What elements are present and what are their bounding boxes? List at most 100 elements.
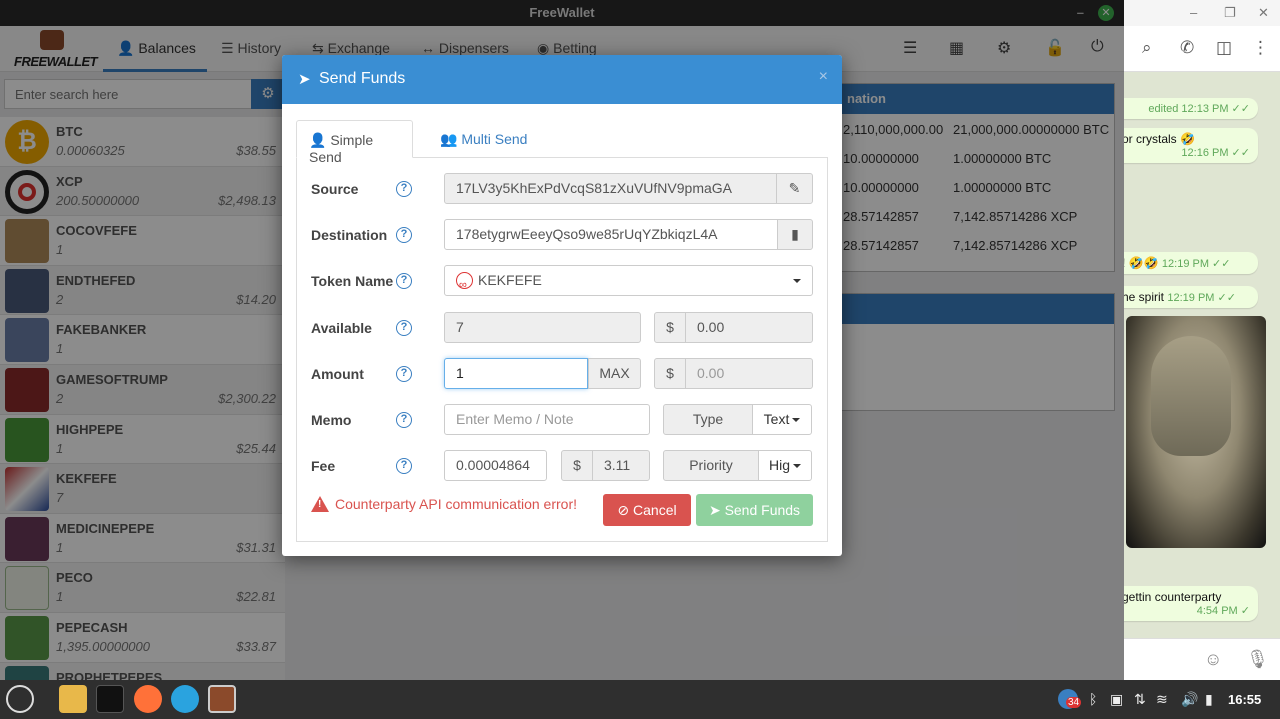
volume-icon[interactable]: 🔊 [1181,691,1198,708]
files-icon[interactable] [59,685,87,713]
restore-icon[interactable]: ❐ [1224,5,1236,21]
dollar-icon: $ [654,312,686,343]
search-icon[interactable]: ⌕ [1142,38,1152,58]
simple-send-form [296,158,828,542]
mint-menu-icon[interactable] [6,685,34,713]
cancel-label: Cancel [633,502,677,518]
send-mode-tabs: 👤 Simple Send 👥 Multi Send [296,120,828,165]
wifi-icon[interactable]: ≋ [1156,691,1168,708]
address-book-icon[interactable]: ▮ [777,219,813,250]
freewallet-window: FreeWallet – ✕ FREEWALLET 👤 Balances ☰ H… [0,0,1124,680]
bluetooth-icon[interactable]: ᛒ [1089,691,1097,707]
send-funds-button[interactable]: ➤ Send Funds [696,494,813,526]
statue-face [1151,336,1231,456]
message-meta: 12:19 PM ✓✓ [1161,258,1231,270]
help-icon[interactable]: ? [396,320,412,336]
memo-type-label: Type [663,404,753,435]
chat-message: he spirit 12:19 PM ✓✓ [1124,286,1258,308]
send-funds-dialog: ➤ Send Funds × 👤 Simple Send 👥 Multi Sen… [282,55,842,556]
help-icon[interactable]: ? [396,458,412,474]
chat-photo[interactable] [1126,316,1266,548]
sidebar-toggle-icon[interactable]: ◫ [1216,38,1232,58]
close-icon[interactable]: × [819,68,828,86]
fee-label: Fee [311,458,336,474]
fee-input[interactable]: 0.00004864 [444,450,547,481]
token-name-label: Token Name [311,273,394,289]
max-button[interactable]: MAX [588,358,641,389]
cancel-button[interactable]: ⊘ Cancel [603,494,691,526]
priority-dropdown[interactable]: Hig [758,450,812,481]
selected-token: KEKFEFE [478,272,542,288]
chat-toolbar: ⌕ ✆ ◫ ⋮ [1124,26,1280,72]
chat-message: or crystals 🤣 12:16 PM ✓✓ [1124,128,1258,163]
minimize-icon[interactable]: – [1190,5,1197,20]
fee-usd-field[interactable]: 3.11 [592,450,650,481]
chat-message: gettin counterparty 4:54 PM ✓ [1124,586,1258,621]
emoji-icon[interactable]: ☺ [1204,649,1222,670]
tab-multi-send[interactable]: 👥 Multi Send [428,120,539,158]
available-label: Available [311,320,372,336]
notification-badge: 34 [1066,697,1082,708]
help-icon[interactable]: ? [396,366,412,382]
more-options-icon[interactable]: ⋮ [1252,38,1269,58]
tab-simple-send[interactable]: 👤 Simple Send [296,120,413,165]
paper-plane-icon: ➤ [298,71,311,88]
chevron-down-icon [793,464,801,469]
freewallet-taskbar-icon[interactable] [208,685,236,713]
priority-label: Priority [663,450,759,481]
paper-plane-icon: ➤ [708,502,721,518]
memo-type-dropdown[interactable]: Text [752,404,812,435]
users-icon: 👥 [440,131,458,147]
dollar-icon: $ [654,358,686,389]
send-label: Send Funds [724,502,801,518]
telegram-icon[interactable] [171,685,199,713]
close-icon[interactable]: ✕ [1258,5,1269,21]
firefox-icon[interactable] [134,685,162,713]
clock[interactable]: 16:55 [1228,692,1261,707]
message-text: gettin counterparty [1124,590,1222,604]
error-text: Counterparty API communication error! [335,496,577,512]
memo-label: Memo [311,412,352,428]
help-icon[interactable]: ? [396,412,412,428]
message-meta: 4:54 PM ✓ [1196,605,1250,617]
help-icon[interactable]: ? [396,273,412,289]
notification-icon[interactable]: 34 [1058,689,1082,709]
chat-message: edited 12:13 PM ✓✓ [1124,98,1258,119]
edit-icon[interactable]: ✎ [776,173,813,204]
network-icon[interactable]: ⇅ [1134,691,1146,708]
destination-label: Destination [311,227,388,243]
destination-address-input[interactable]: 178etygrwEeeyQso9we85rUqYZbkiqzL4A [444,219,778,250]
amount-label: Amount [311,366,364,382]
update-icon[interactable]: ▣ [1110,691,1123,708]
amount-usd-input[interactable]: 0.00 [685,358,813,389]
microphone-icon[interactable]: 🎙 [1246,649,1269,670]
amount-input[interactable]: 1 [444,358,588,389]
message-text: he spirit [1124,290,1165,304]
dialog-header: ➤ Send Funds × [282,55,842,104]
chat-message: ! 🤣🤣 12:19 PM ✓✓ [1124,252,1258,274]
priority-value: Hig [768,457,790,473]
message-meta: edited 12:13 PM ✓✓ [1148,103,1250,115]
token-select[interactable]: KEKFEFE [444,265,813,296]
dialog-title: Send Funds [319,70,406,87]
message-meta: 12:16 PM ✓✓ [1181,147,1250,159]
warning-icon [311,496,329,512]
available-amount-field: 7 [444,312,641,343]
xcp-token-icon [456,271,473,295]
source-label: Source [311,181,359,197]
source-address-field[interactable]: 17LV3y5KhExPdVcqS81zXuVUfNV9pmaGA [444,173,777,204]
terminal-icon[interactable] [96,685,124,713]
user-icon: 👤 [309,132,327,148]
ban-icon: ⊘ [617,502,630,518]
message-meta: 12:19 PM ✓✓ [1167,292,1236,304]
memo-input[interactable]: Enter Memo / Note [444,404,650,435]
help-icon[interactable]: ? [396,227,412,243]
chevron-down-icon [792,418,801,423]
battery-icon[interactable]: ▮ [1205,691,1213,708]
chevron-down-icon [793,279,801,283]
help-icon[interactable]: ? [396,181,412,197]
message-text: or crystals 🤣 [1124,132,1195,146]
memo-type-value: Text [763,411,790,427]
chat-input-bar[interactable]: ☺ 🎙 [1124,638,1280,680]
phone-icon[interactable]: ✆ [1180,38,1194,58]
